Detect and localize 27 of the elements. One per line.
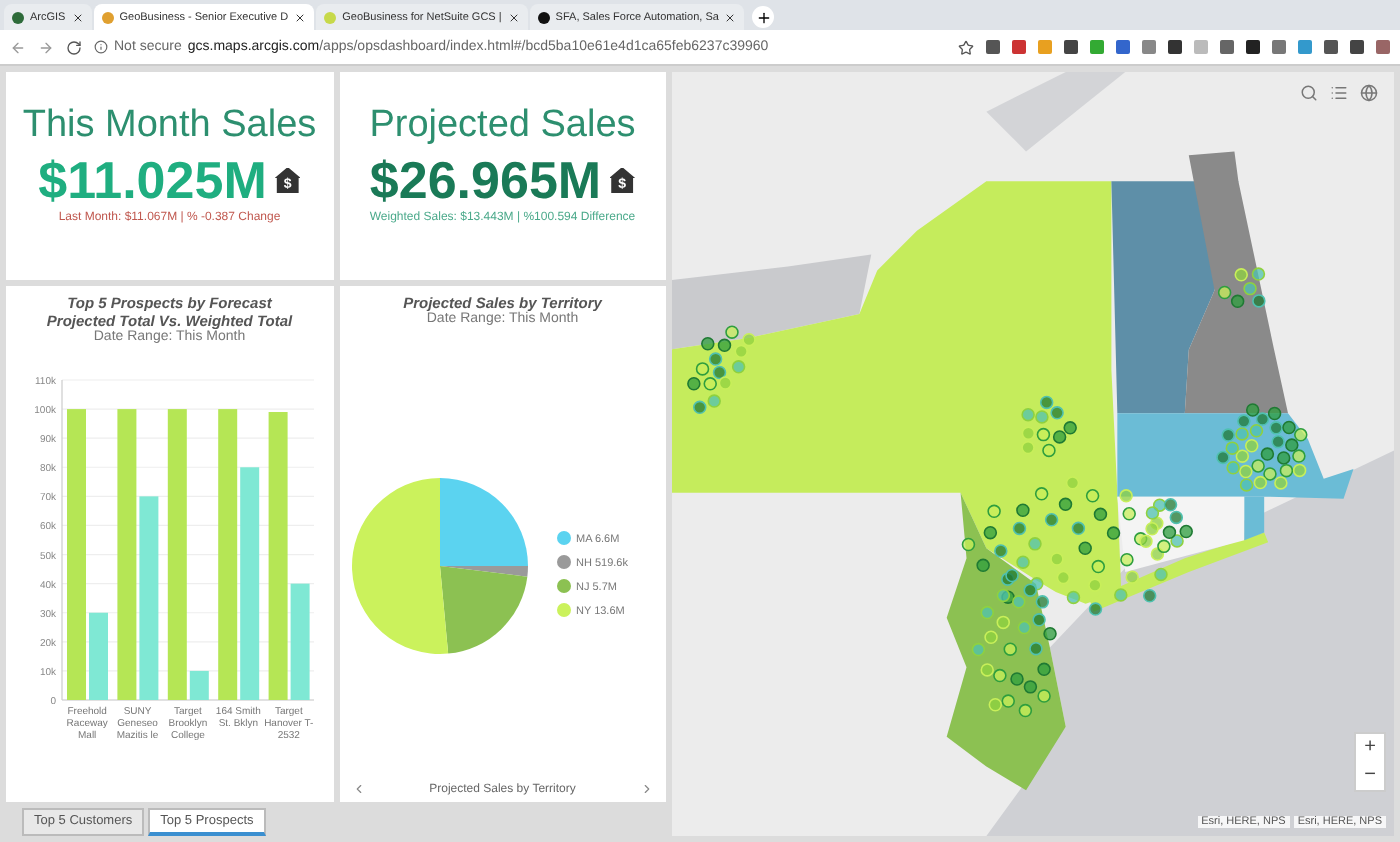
back-icon[interactable] bbox=[10, 39, 26, 55]
kpi-title: Projected Sales bbox=[369, 104, 636, 148]
legend-swatch bbox=[557, 555, 572, 569]
bookmark-star-icon[interactable] bbox=[958, 39, 974, 55]
forward-icon[interactable] bbox=[38, 39, 54, 55]
favicon-icon bbox=[12, 11, 24, 23]
previous-icon[interactable] bbox=[351, 782, 365, 796]
info-icon[interactable] bbox=[94, 40, 108, 54]
close-icon[interactable] bbox=[507, 11, 520, 23]
kpi-value: $26.965M bbox=[369, 148, 602, 211]
legend-swatch bbox=[557, 531, 572, 545]
search-icon[interactable] bbox=[1300, 84, 1318, 102]
close-icon[interactable] bbox=[71, 11, 84, 23]
list-icon[interactable] bbox=[1330, 84, 1348, 102]
legend-swatch bbox=[557, 579, 572, 593]
globe-icon[interactable] bbox=[1360, 84, 1378, 102]
new-tab-button[interactable] bbox=[752, 6, 775, 28]
close-icon[interactable] bbox=[294, 11, 307, 23]
kpi-value: $11.025M bbox=[38, 148, 267, 211]
favicon-icon bbox=[101, 11, 114, 23]
reload-icon[interactable] bbox=[66, 39, 82, 55]
close-icon[interactable] bbox=[724, 11, 737, 23]
kpi-title: This Month Sales bbox=[22, 104, 317, 148]
next-icon[interactable] bbox=[639, 782, 654, 796]
favicon-icon bbox=[537, 11, 550, 23]
legend-swatch bbox=[557, 603, 572, 617]
favicon-icon bbox=[324, 11, 337, 23]
